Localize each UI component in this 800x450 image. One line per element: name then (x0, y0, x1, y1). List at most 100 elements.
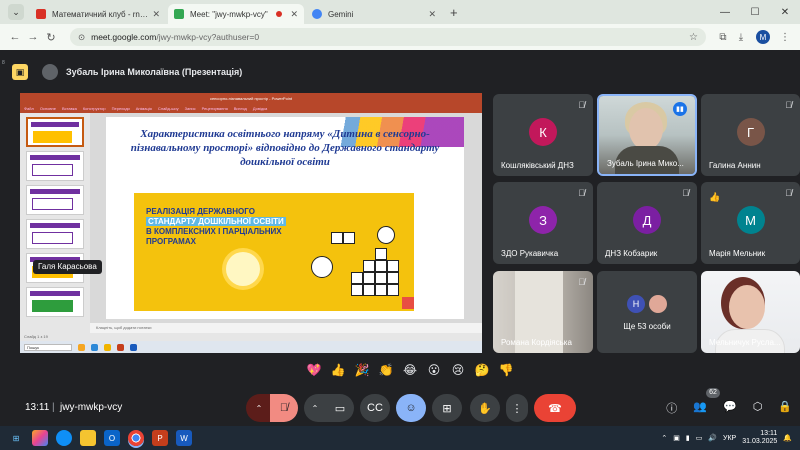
edge-icon[interactable] (56, 430, 72, 446)
reload-icon[interactable]: ↻ (42, 31, 60, 44)
participant-tile[interactable]: 🎙̸ Г Галина Аннин (701, 94, 800, 176)
participant-tile[interactable]: 🎙̸ К Кошляківський ДНЗ (493, 94, 593, 176)
system-tray: ⌃ ▣ ▮ ▭ 🔊 УКР 13:11 31.03.2025 🔔 (661, 426, 792, 450)
shared-screen[interactable]: сенсорно-пізнавальний простір - PowerPoi… (20, 93, 482, 353)
close-tab-icon[interactable]: ✕ (152, 9, 160, 20)
tab-title: Математичний клуб - rnelnyc (52, 9, 149, 19)
profile-avatar[interactable]: M (756, 30, 770, 44)
menu-dots-icon[interactable]: ⋮ (776, 32, 794, 43)
microphone-toggle-button[interactable]: 🎙̸ (270, 394, 298, 422)
ribbon-tab: Файл (24, 105, 34, 111)
outlook-icon[interactable]: O (104, 430, 120, 446)
participant-tile-presenter[interactable]: ▮▮ Зубаль Ірина Мико... (597, 94, 697, 176)
raise-hand-button[interactable]: ✋ (470, 394, 500, 422)
captions-button[interactable]: CC (360, 394, 390, 422)
more-participants-tile[interactable]: Н Ще 53 особи (597, 271, 697, 353)
thinking-reaction-button[interactable]: 🤔 (474, 362, 490, 378)
laugh-reaction-button[interactable]: 😂 (402, 362, 418, 378)
info-icon[interactable]: ⓘ (666, 400, 677, 416)
powerpoint-icon[interactable]: P (152, 430, 168, 446)
word-icon[interactable]: W (176, 430, 192, 446)
close-tab-icon[interactable]: ✕ (428, 9, 436, 20)
camera-toggle-button[interactable]: ▭ (326, 394, 354, 422)
participant-tile[interactable]: 👍 🎙̸ М Марія Мельник (701, 182, 800, 264)
participant-tile[interactable]: 🎙̸ З ЗДО Рукавичка (493, 182, 593, 264)
surprised-reaction-button[interactable]: 😮 (426, 362, 442, 378)
people-icon[interactable]: 👥 (693, 400, 707, 416)
keyboard-language[interactable]: УКР (723, 435, 736, 442)
extensions-icon[interactable]: ⧉ (714, 32, 732, 43)
chrome-icon[interactable] (128, 430, 144, 446)
participant-tile[interactable]: 🎙̸ Д ДНЗ Кобзарик (597, 182, 697, 264)
url-field[interactable]: ⊙ meet.google.com /jwy-mwkp-vcy?authuser… (70, 28, 706, 46)
ribbon-tab: Вставка (61, 105, 77, 111)
participant-tile[interactable]: 🎙̸ Романа Кордіяська (493, 271, 593, 353)
back-arrow-icon[interactable]: ← (6, 31, 24, 43)
party-reaction-button[interactable]: 🎉 (354, 362, 370, 378)
network-icon[interactable]: ▮ (686, 434, 690, 442)
close-tab-icon[interactable]: ✕ (290, 9, 298, 20)
forward-arrow-icon[interactable]: → (24, 31, 42, 43)
browser-tab-strip: ⌄ Математичний клуб - rnelnyc ✕ Meet: "j… (0, 0, 800, 24)
audio-options-button[interactable]: ⌃ (246, 394, 272, 422)
leave-call-button[interactable]: ☎ (534, 394, 576, 422)
copilot-icon[interactable] (32, 430, 48, 446)
shared-taskbar: Пошук (20, 341, 482, 353)
slide-thumbnail (26, 219, 84, 249)
tray-clock[interactable]: 13:11 31.03.2025 (742, 430, 777, 446)
windows-start-icon[interactable]: ⊞ (8, 430, 24, 446)
slide-notes: Клацніть, щоб додати нотатки (90, 323, 482, 333)
participant-name: Зубаль Ірина Мико... (607, 159, 684, 168)
more-options-button[interactable]: ⋮ (506, 394, 528, 422)
avatar: Н (627, 295, 645, 313)
presenter-avatar (42, 64, 58, 80)
browser-tab-math-club[interactable]: Математичний клуб - rnelnyc ✕ (30, 4, 166, 24)
close-window-icon[interactable]: ✕ (770, 0, 800, 24)
sad-reaction-button[interactable]: 😢 (450, 362, 466, 378)
tab-search-button[interactable]: ⌄ (8, 4, 24, 20)
ribbon-tab: Слайд-шоу (157, 105, 179, 111)
participant-tile[interactable]: Мельничук Русла... (701, 271, 800, 353)
emoji-reactions-button[interactable]: ☺ (396, 394, 426, 422)
camera-tray-icon[interactable]: ▣ (673, 434, 680, 442)
downloads-icon[interactable]: ⤓ (732, 32, 750, 43)
browser-tab-meet[interactable]: Meet: "jwy-mwkp-vcy" ✕ (168, 4, 304, 24)
ribbon-tab: Рецензування (201, 105, 228, 111)
ribbon-tab: Переходи (111, 105, 130, 111)
ribbon-tab: Анімація (135, 105, 152, 111)
activities-icon[interactable]: ⬡ (753, 400, 763, 416)
participant-name: Романа Кордіяська (501, 338, 572, 347)
thumbs-up-reaction-button[interactable]: 👍 (330, 362, 346, 378)
video-options-button[interactable]: ⌃ (304, 394, 326, 422)
chat-icon[interactable]: 💬 (723, 400, 737, 416)
mic-off-icon: 🎙̸ (682, 188, 689, 198)
site-info-icon[interactable]: ⊙ (78, 32, 85, 43)
avatar: Г (736, 118, 765, 146)
present-screen-button[interactable]: ⊞ (432, 394, 462, 422)
heart-reaction-button[interactable]: 💖 (306, 362, 322, 378)
hang-up-icon: ☎ (548, 402, 562, 415)
tray-chevron-icon[interactable]: ⌃ (661, 434, 667, 442)
file-explorer-icon[interactable] (80, 430, 96, 446)
meet-side-actions: ⓘ 👥 💬 ⬡ 🔒 (666, 400, 792, 416)
volume-icon[interactable]: 🔊 (708, 434, 717, 442)
slide-heading: Характеристика освітнього напряму «Дитин… (130, 128, 440, 168)
minimize-icon[interactable]: — (710, 0, 740, 24)
powerpoint-ribbon: Файл Основне Вставка Конструктор Переход… (20, 103, 482, 113)
lock-icon[interactable]: 🔒 (778, 400, 792, 416)
slide-thumbnail (26, 185, 84, 215)
battery-icon[interactable]: ▭ (696, 434, 703, 442)
reaction-bar: 💖 👍 🎉 👏 😂 😮 😢 🤔 👎 (306, 362, 514, 378)
ribbon-tab: Запис (184, 105, 196, 111)
meet-favicon-icon (174, 9, 184, 19)
thumbs-down-reaction-button[interactable]: 👎 (498, 362, 514, 378)
browser-tab-gemini[interactable]: Gemini ✕ (306, 4, 442, 24)
clap-reaction-button[interactable]: 👏 (378, 362, 394, 378)
new-tab-button[interactable]: + (450, 5, 458, 20)
participant-name: Кошляківський ДНЗ (501, 161, 574, 170)
closed-captions-icon: CC (367, 402, 383, 414)
maximize-icon[interactable]: ☐ (740, 0, 770, 24)
bookmark-star-icon[interactable]: ☆ (689, 32, 698, 43)
tray-time: 13:11 (760, 430, 778, 437)
notification-bell-icon[interactable]: 🔔 (783, 434, 792, 442)
